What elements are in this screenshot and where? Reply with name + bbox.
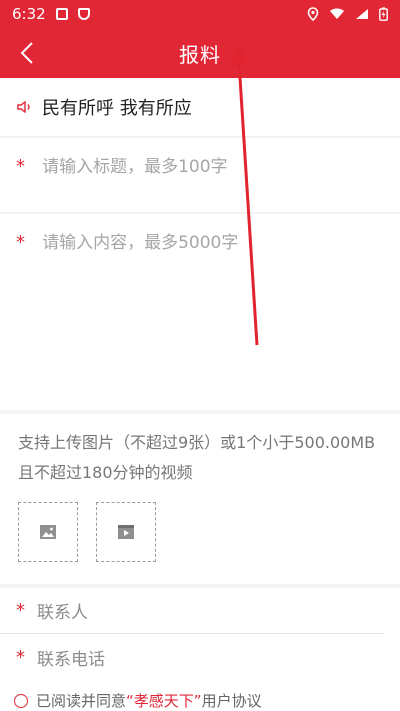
wifi-icon — [330, 8, 344, 19]
upload-description: 支持上传图片（不超过9张）或1个小于500.00MB且不超过180分钟的视频 — [18, 433, 376, 482]
battery-icon — [379, 7, 388, 21]
location-icon — [307, 7, 319, 21]
agreement-prefix: 已阅读并同意 — [36, 692, 127, 710]
required-mark: * — [16, 646, 25, 668]
status-bar: 6:32 — [0, 0, 400, 28]
required-mark: * — [16, 232, 25, 253]
contact-name-field[interactable]: * 联系人 — [0, 588, 384, 634]
contact-section: * 联系人 * 联系电话 — [0, 588, 400, 704]
content-field[interactable]: * 请输入内容，最多5000字 — [0, 214, 400, 410]
agreement-suffix: 用户协议 — [201, 692, 262, 710]
agree-checkbox[interactable] — [14, 694, 28, 708]
required-mark: * — [16, 156, 25, 177]
content-input[interactable]: 请输入内容，最多5000字 — [42, 233, 238, 253]
image-icon — [40, 525, 56, 539]
upload-section: 支持上传图片（不超过9张）或1个小于500.00MB且不超过180分钟的视频 — [0, 414, 400, 584]
video-icon — [118, 525, 134, 539]
contact-phone-label: 联系电话 — [37, 649, 105, 670]
add-video-button[interactable] — [96, 502, 156, 562]
agreement-row: 已阅读并同意 “孝感天下” 用户协议 — [0, 690, 400, 711]
title-input[interactable]: 请输入标题，最多100字 — [42, 157, 227, 177]
page-title: 报料 — [179, 42, 221, 67]
chevron-left-icon — [20, 42, 33, 64]
speaker-icon — [17, 100, 30, 114]
signal-icon — [356, 9, 368, 19]
notification-a-icon — [55, 8, 68, 20]
required-mark: * — [16, 600, 25, 621]
contact-phone-field[interactable]: * 联系电话 — [0, 634, 384, 680]
status-time: 6:32 — [12, 5, 46, 23]
shield-notification-icon — [77, 8, 90, 20]
app-bar: 报料 — [0, 28, 400, 78]
notice-banner: 民有所呼 我有所应 — [0, 78, 400, 136]
title-field[interactable]: * 请输入标题，最多100字 — [0, 138, 400, 212]
agreement-link[interactable]: “孝感天下” — [126, 690, 202, 711]
contact-name-label: 联系人 — [37, 603, 88, 623]
notice-text: 民有所呼 我有所应 — [42, 98, 192, 119]
add-image-button[interactable] — [18, 502, 78, 562]
back-button[interactable] — [14, 40, 40, 66]
